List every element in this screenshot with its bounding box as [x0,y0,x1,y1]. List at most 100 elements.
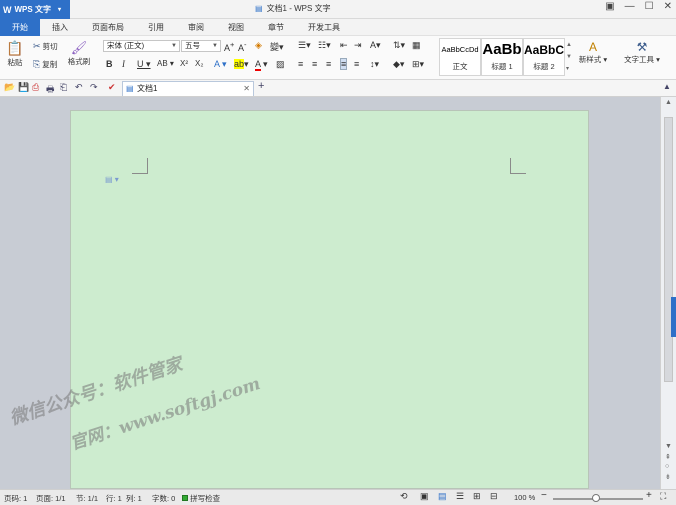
superscript-button[interactable]: X² [180,59,188,68]
bold-button[interactable]: B [106,59,113,69]
copy-button[interactable]: ⎘ 复制 [33,59,57,70]
increase-indent-icon[interactable]: ⇥ [354,40,362,51]
maximize-button[interactable]: ☐ [645,1,654,12]
fullscreen-icon[interactable]: ⛶ [660,491,666,502]
history-icon[interactable]: ⟲ [400,491,408,502]
format-painter-button[interactable]: 🖌 格式刷 [66,40,92,67]
window-controls: ▣ — ☐ ✕ [605,1,672,12]
sort-icon[interactable]: ⇅▾ [393,40,405,51]
chinese-layout-icon[interactable]: A▾ [370,40,381,51]
export-pdf-icon[interactable]: ⎙ [32,82,39,93]
status-words[interactable]: 字数: 0 [152,493,175,504]
wps-logo-icon: W [3,4,12,15]
document-tab[interactable]: ▤ 文档1 ✕ [122,81,254,96]
highlight-icon[interactable]: ab▾ [234,59,249,70]
grow-font-button[interactable]: A+ [224,40,234,53]
align-center-icon[interactable]: ≡ [312,59,317,69]
style-heading-2[interactable]: AaBbC 标题 2 [523,38,565,76]
app-menu-button[interactable]: W WPS 文字 ▾ [0,0,70,19]
menu-bar: 开始 插入 页面布局 引用 审阅 视图 章节 开发工具 [0,19,676,36]
view-full-icon[interactable]: ▣ [420,491,429,502]
new-style-button[interactable]: A 新样式 ▾ [575,40,611,65]
print-icon[interactable]: 🖶 [46,82,55,98]
style-heading-1[interactable]: AaBb 标题 1 [481,38,523,76]
print-preview-icon[interactable]: ⎗ [60,82,67,93]
tab-insert[interactable]: 插入 [40,19,80,36]
zoom-out-button[interactable]: − [541,490,547,501]
close-icon[interactable]: ✕ [243,82,250,95]
spell-check-toggle[interactable]: 拼写检查 [182,493,220,504]
text-effect-icon[interactable]: A ▾ [214,59,227,70]
zoom-in-button[interactable]: + [646,490,652,501]
font-name-select[interactable]: 宋体 (正文) ▼ [103,40,180,52]
align-left-icon[interactable]: ≡ [298,59,303,69]
chevron-down-icon: ▼ [212,43,218,49]
view-web-icon[interactable]: ⊞ [473,491,481,502]
chevron-down-icon: ▾ [57,7,61,13]
phonetic-icon[interactable]: 變▾ [270,40,284,53]
align-right-icon[interactable]: ≡ [326,59,331,69]
tab-home[interactable]: 开始 [0,19,40,36]
bullet-list-icon[interactable]: ☰▾ [298,40,311,51]
new-tab-button[interactable]: + [258,80,264,92]
status-page[interactable]: 页码: 1 [4,493,27,504]
scrollbar-thumb[interactable] [664,117,673,382]
collapse-ribbon-icon[interactable]: ▲ [663,82,671,91]
document-icon: ▤ [255,4,263,13]
select-browse-icon[interactable]: ○ [665,463,669,470]
decrease-indent-icon[interactable]: ⇤ [340,40,348,51]
undo-icon[interactable]: ↶ [75,82,83,93]
tab-review[interactable]: 审阅 [176,19,216,36]
minimize-button[interactable]: — [625,1,635,12]
zoom-level[interactable]: 100 % [514,493,535,502]
paragraph-layout-icon[interactable]: ▤ ▾ [105,175,119,184]
redo-icon[interactable]: ↷ [90,82,98,93]
margin-corner-top-left [132,158,148,174]
view-page-icon[interactable]: ▤ [438,491,447,502]
distribute-icon[interactable]: ≡ [354,59,359,69]
title-bar: W WPS 文字 ▾ ▤ 文档1 - WPS 文字 ▣ — ☐ ✕ [0,0,676,19]
font-size-select[interactable]: 五号 ▼ [181,40,221,52]
close-button[interactable]: ✕ [664,1,672,12]
tab-view[interactable]: 视图 [216,19,256,36]
char-border-icon[interactable]: ▨ [276,59,285,70]
app-name: WPS 文字 [14,5,51,14]
cut-button[interactable]: ✂ 剪切 [33,41,58,52]
table-icon[interactable]: ▦ [412,40,421,51]
side-panel-handle[interactable] [671,297,676,337]
prev-page-icon[interactable]: ⇞ [665,453,671,461]
pin-icon[interactable]: ✔ [108,82,116,93]
style-normal[interactable]: AaBbCcDd 正文 [439,38,481,76]
number-list-icon[interactable]: ☷▾ [318,40,331,51]
text-tools-button[interactable]: ⚒ 文字工具 ▾ [620,40,664,65]
spell-check-checkbox [182,495,188,501]
tab-section[interactable]: 章节 [256,19,296,36]
strikethrough-button[interactable]: AB ▾ [157,59,174,68]
border-icon[interactable]: ⊞▾ [412,59,424,70]
justify-icon[interactable]: ≡ [340,58,348,70]
subscript-button[interactable]: X₂ [195,59,203,68]
view-outline-icon[interactable]: ☰ [456,491,464,502]
view-read-icon[interactable]: ⊟ [490,491,498,502]
underline-button[interactable]: U ▾ [137,59,151,70]
vertical-scrollbar[interactable]: ▲ ▼ ⇞ ○ ⇟ [660,97,676,489]
italic-button[interactable]: I [122,59,125,69]
tab-developer[interactable]: 开发工具 [296,19,352,36]
skin-icon[interactable]: ▣ [605,1,614,12]
paste-button[interactable]: 📋 粘贴 [4,40,26,68]
open-icon[interactable]: 📂 [4,82,15,93]
scroll-up-icon[interactable]: ▲ [665,99,672,106]
next-page-icon[interactable]: ⇟ [665,473,671,481]
clear-format-icon[interactable]: ◈ [255,40,262,51]
shading-icon[interactable]: ◆▾ [393,59,404,70]
tab-references[interactable]: 引用 [136,19,176,36]
tab-page-layout[interactable]: 页面布局 [80,19,136,36]
save-icon[interactable]: 💾 [18,82,29,93]
font-color-icon[interactable]: A ▾ [255,59,268,71]
shrink-font-button[interactable]: A- [238,40,247,53]
styles-scroll-icon[interactable]: ▲ ▼ ▾ [566,39,572,75]
scissors-icon: ✂ [33,41,41,51]
line-spacing-icon[interactable]: ↕▾ [370,59,379,70]
zoom-slider-knob[interactable] [592,494,600,502]
scroll-down-icon[interactable]: ▼ [665,443,672,450]
